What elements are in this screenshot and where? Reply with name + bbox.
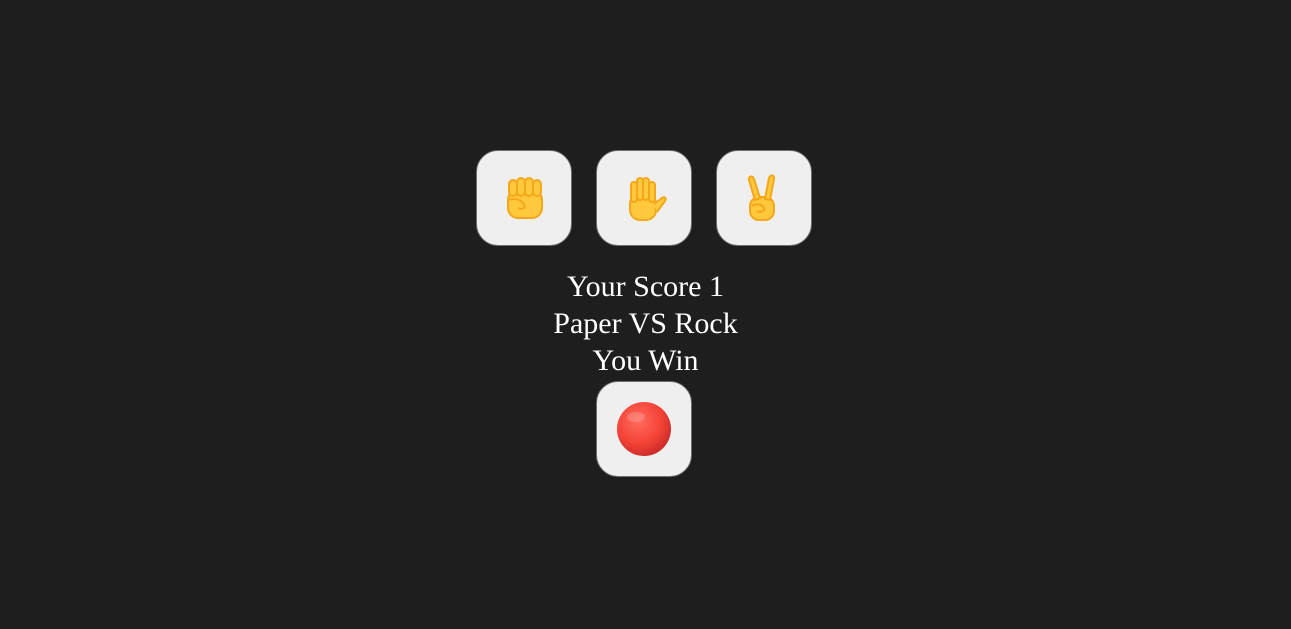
rock-button[interactable] <box>476 150 572 246</box>
scissors-victory-hand-icon <box>747 174 776 221</box>
outcome-text: You Win <box>592 344 699 377</box>
score-text: Your Score 1 <box>567 270 724 303</box>
matchup-text: Paper VS Rock <box>553 307 738 340</box>
red-circle-icon <box>617 402 671 456</box>
result-panel: Your Score 1 Paper VS Rock You Win <box>0 268 1291 379</box>
reset-button[interactable] <box>596 381 692 477</box>
paper-button[interactable] <box>596 150 692 246</box>
scissors-button[interactable] <box>716 150 812 246</box>
game-stage: Your Score 1 Paper VS Rock You Win <box>0 0 1291 629</box>
paper-hand-icon <box>629 177 667 221</box>
rock-fist-icon <box>507 177 543 219</box>
